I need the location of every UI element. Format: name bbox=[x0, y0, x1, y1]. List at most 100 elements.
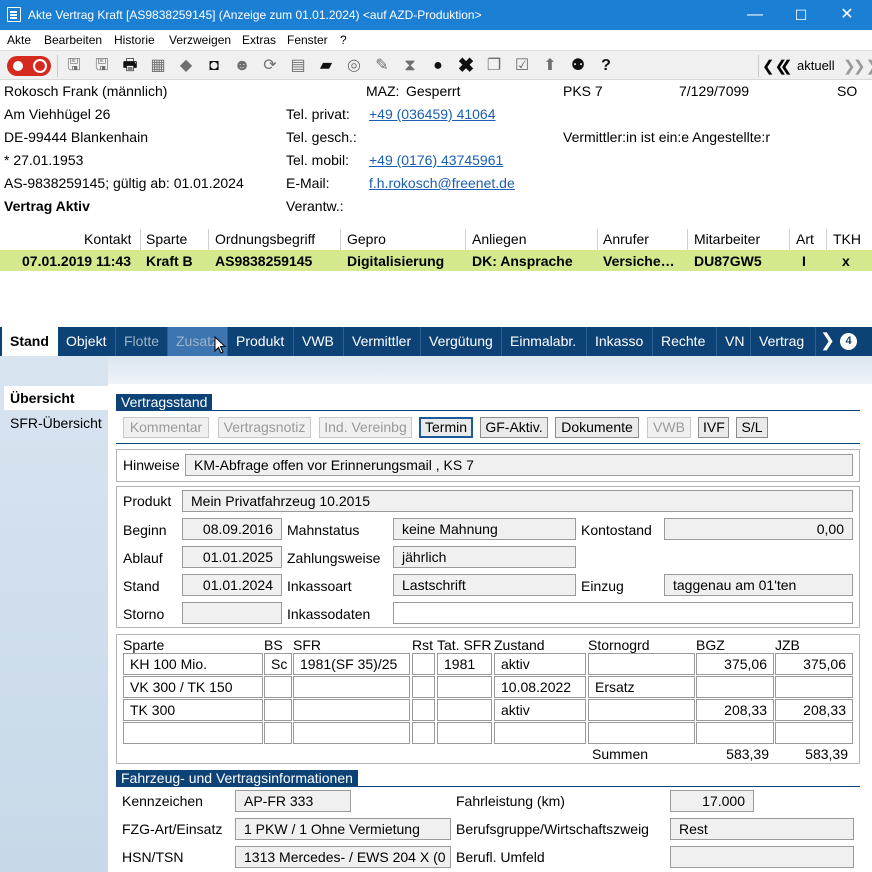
table-cell[interactable]: aktiv bbox=[494, 699, 586, 721]
group-icon[interactable]: ⚉ bbox=[567, 55, 589, 77]
termin-button[interactable]: Termin bbox=[419, 417, 473, 438]
table-cell[interactable] bbox=[437, 722, 492, 744]
tab-vermittler[interactable]: Vermittler bbox=[344, 327, 421, 356]
grid-header-gepro[interactable]: Gepro bbox=[347, 231, 386, 247]
table-cell[interactable] bbox=[588, 722, 695, 744]
table-cell[interactable]: Sc bbox=[264, 653, 292, 675]
produkt-field[interactable]: Mein Privatfahrzeug 10.2015 bbox=[182, 490, 853, 512]
table-cell[interactable]: KH 100 Mio. bbox=[123, 653, 263, 675]
table-cell[interactable] bbox=[494, 722, 586, 744]
table-cell[interactable]: 208,33 bbox=[775, 699, 853, 721]
table-cell[interactable]: 375,06 bbox=[775, 653, 853, 675]
chevron-right-icon[interactable]: ❯ bbox=[820, 330, 835, 351]
toggle-switch-icon[interactable] bbox=[7, 56, 51, 76]
arrow-up-icon[interactable]: ⬆ bbox=[539, 55, 561, 77]
table-cell[interactable] bbox=[412, 722, 435, 744]
grid-header-mitarbeiter[interactable]: Mitarbeiter bbox=[694, 231, 760, 247]
folder-icon[interactable]: ▰ bbox=[315, 55, 337, 77]
tab-vwb[interactable]: VWB bbox=[294, 327, 344, 356]
einzug-field[interactable]: taggenau am 01'ten bbox=[664, 574, 853, 596]
table-cell[interactable]: TK 300 bbox=[123, 699, 263, 721]
grid-header-anliegen[interactable]: Anliegen bbox=[472, 231, 527, 247]
table-cell[interactable] bbox=[123, 722, 263, 744]
person-icon[interactable]: ● bbox=[427, 55, 449, 77]
umfeld-field[interactable] bbox=[670, 846, 854, 868]
kennzeichen-field[interactable]: AP-FR 333 bbox=[235, 790, 351, 812]
table-cell[interactable] bbox=[264, 722, 292, 744]
fzg-field[interactable]: 1 PKW / 1 Ohne Vermietung bbox=[235, 818, 451, 840]
hsn-field[interactable]: 1313 Mercedes- / EWS 204 X (0 bbox=[235, 846, 451, 868]
tag-icon[interactable]: ◆ bbox=[175, 55, 197, 77]
tel-privat-link[interactable]: +49 (036459) 41064 bbox=[369, 106, 496, 122]
kontostand-field[interactable]: 0,00 bbox=[664, 518, 853, 540]
storno-field[interactable] bbox=[182, 602, 282, 624]
tab-verguetung[interactable]: Vergütung bbox=[421, 327, 502, 356]
table-cell[interactable]: 1981 bbox=[437, 653, 492, 675]
dokumente-button[interactable]: Dokumente bbox=[555, 417, 639, 438]
calculator-icon[interactable]: ▦ bbox=[147, 55, 169, 77]
table-cell[interactable] bbox=[412, 676, 435, 698]
table-cell[interactable] bbox=[588, 699, 695, 721]
zahlungsweise-field[interactable]: jährlich bbox=[393, 546, 576, 568]
nav-uebersicht[interactable]: Übersicht bbox=[4, 386, 108, 410]
table-cell[interactable] bbox=[412, 699, 435, 721]
tab-vn[interactable]: VN bbox=[717, 327, 751, 356]
refresh-icon[interactable]: ⟳ bbox=[259, 55, 281, 77]
tab-stand[interactable]: Stand bbox=[2, 327, 58, 356]
note-icon[interactable]: ◘ bbox=[203, 55, 225, 77]
table-cell[interactable]: 375,06 bbox=[696, 653, 774, 675]
checklist-icon[interactable]: ☑ bbox=[511, 55, 533, 77]
minimize-button[interactable]: — bbox=[732, 0, 778, 30]
edit-document-icon[interactable]: ✎ bbox=[371, 55, 393, 77]
vertragsnotiz-button[interactable]: Vertragsnotiz bbox=[218, 417, 311, 438]
vwb-button[interactable]: VWB bbox=[647, 417, 691, 438]
x-cross-icon[interactable]: ✖ bbox=[455, 55, 477, 77]
grid-header-anrufer[interactable]: Anrufer bbox=[603, 231, 649, 247]
table-cell[interactable]: 10.08.2022 bbox=[494, 676, 586, 698]
beginn-field[interactable]: 08.09.2016 bbox=[182, 518, 282, 540]
tab-produkt[interactable]: Produkt bbox=[228, 327, 294, 356]
menu-extras[interactable]: Extras bbox=[242, 33, 276, 47]
grid-header-art[interactable]: Art bbox=[796, 231, 814, 247]
inkassodaten-field[interactable] bbox=[393, 602, 853, 624]
table-cell[interactable] bbox=[293, 699, 410, 721]
print-icon[interactable]: 🖶 bbox=[119, 55, 141, 77]
agent-icon[interactable]: ☻ bbox=[231, 55, 253, 77]
ablauf-field[interactable]: 01.01.2025 bbox=[182, 546, 282, 568]
tab-vertrag[interactable]: Vertrag bbox=[751, 327, 816, 356]
table-cell[interactable] bbox=[588, 653, 695, 675]
table-cell[interactable] bbox=[437, 676, 492, 698]
table-cell[interactable] bbox=[293, 722, 410, 744]
menu-bearbeiten[interactable]: Bearbeiten bbox=[44, 33, 102, 47]
table-cell[interactable] bbox=[775, 676, 853, 698]
table-cell[interactable] bbox=[696, 676, 774, 698]
nav-prev-button[interactable]: ❮ bbox=[780, 57, 793, 75]
coins-icon[interactable]: ◎ bbox=[343, 55, 365, 77]
document-icon[interactable]: ▤ bbox=[287, 55, 309, 77]
table-cell[interactable] bbox=[696, 722, 774, 744]
kommentar-button[interactable]: Kommentar bbox=[123, 417, 209, 438]
table-cell[interactable]: 208,33 bbox=[696, 699, 774, 721]
berufsgruppe-field[interactable]: Rest bbox=[670, 818, 854, 840]
table-cell[interactable]: VK 300 / TK 150 bbox=[123, 676, 263, 698]
tab-inkasso[interactable]: Inkasso bbox=[587, 327, 653, 356]
stand-field[interactable]: 01.01.2024 bbox=[182, 574, 282, 596]
ivf-button[interactable]: IVF bbox=[698, 417, 729, 438]
ind-vereinbg-button[interactable]: Ind. Vereinbg bbox=[319, 417, 412, 438]
hourglass-icon[interactable]: ⧗ bbox=[399, 55, 421, 77]
tab-rechte[interactable]: Rechte bbox=[653, 327, 717, 356]
nav-last-button[interactable]: ❯❯ bbox=[853, 57, 872, 75]
close-button[interactable]: ✕ bbox=[824, 0, 870, 30]
sl-button[interactable]: S/L bbox=[736, 417, 768, 438]
fahrleistung-field[interactable]: 17.000 bbox=[670, 790, 754, 812]
email-link[interactable]: f.h.rokosch@freenet.de bbox=[369, 175, 515, 191]
inkassoart-field[interactable]: Lastschrift bbox=[393, 574, 576, 596]
tab-einmalabr[interactable]: Einmalabr. bbox=[502, 327, 587, 356]
copy-icon[interactable]: ❐ bbox=[483, 55, 505, 77]
hinweise-field[interactable]: KM-Abfrage offen vor Erinnerungsmail , K… bbox=[185, 454, 853, 476]
save-icon[interactable]: 🖫 bbox=[63, 55, 85, 77]
grid-header-sparte[interactable]: Sparte bbox=[146, 231, 187, 247]
maximize-button[interactable]: ☐ bbox=[778, 0, 824, 30]
tab-flotte[interactable]: Flotte bbox=[116, 327, 168, 356]
menu-historie[interactable]: Historie bbox=[114, 33, 155, 47]
